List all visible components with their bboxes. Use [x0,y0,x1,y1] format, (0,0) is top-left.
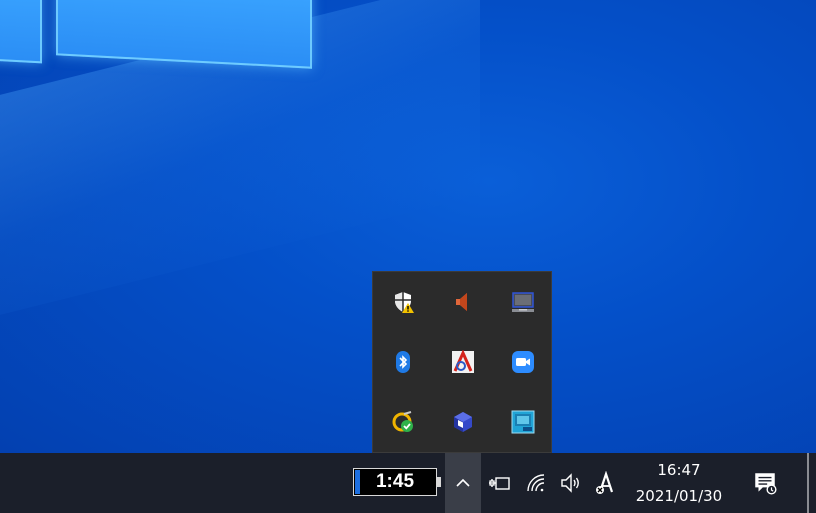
show-hidden-icons-button[interactable] [445,453,481,513]
battery-level-fill [355,470,360,494]
sync-check-icon[interactable] [373,392,433,452]
action-center-button[interactable] [748,467,782,499]
ime-a-icon[interactable] [590,469,618,497]
wallpaper-window-pane [56,0,312,69]
speaker-app-icon[interactable] [433,272,493,332]
clock-time: 16:47 [657,461,701,479]
hidden-icons-flyout [372,271,552,453]
clock[interactable]: 16:47 2021/01/30 [624,457,734,509]
wifi-icon[interactable] [522,469,550,497]
acrobat-app-icon[interactable] [433,332,493,392]
power-plug-icon[interactable] [485,469,513,497]
windows-security-warning-icon[interactable] [373,272,433,332]
cube-app-icon[interactable] [433,392,493,452]
zoom-video-icon[interactable] [493,332,553,392]
intel-graphics-icon[interactable] [493,392,553,452]
show-desktop-button[interactable] [807,453,809,513]
wallpaper-window-pane [0,0,42,64]
notification-icon [755,473,777,495]
taskbar: 1:45 16:47 2021/01/30 [0,453,816,513]
battery-time-remaining[interactable]: 1:45 [353,468,441,496]
battery-nub [437,477,441,487]
bluetooth-icon[interactable] [373,332,433,392]
chevron-up-icon [456,478,470,487]
battery-time-label: 1:45 [375,471,415,492]
volume-icon[interactable] [557,469,585,497]
display-app-icon[interactable] [493,272,553,332]
clock-date: 2021/01/30 [635,487,723,505]
